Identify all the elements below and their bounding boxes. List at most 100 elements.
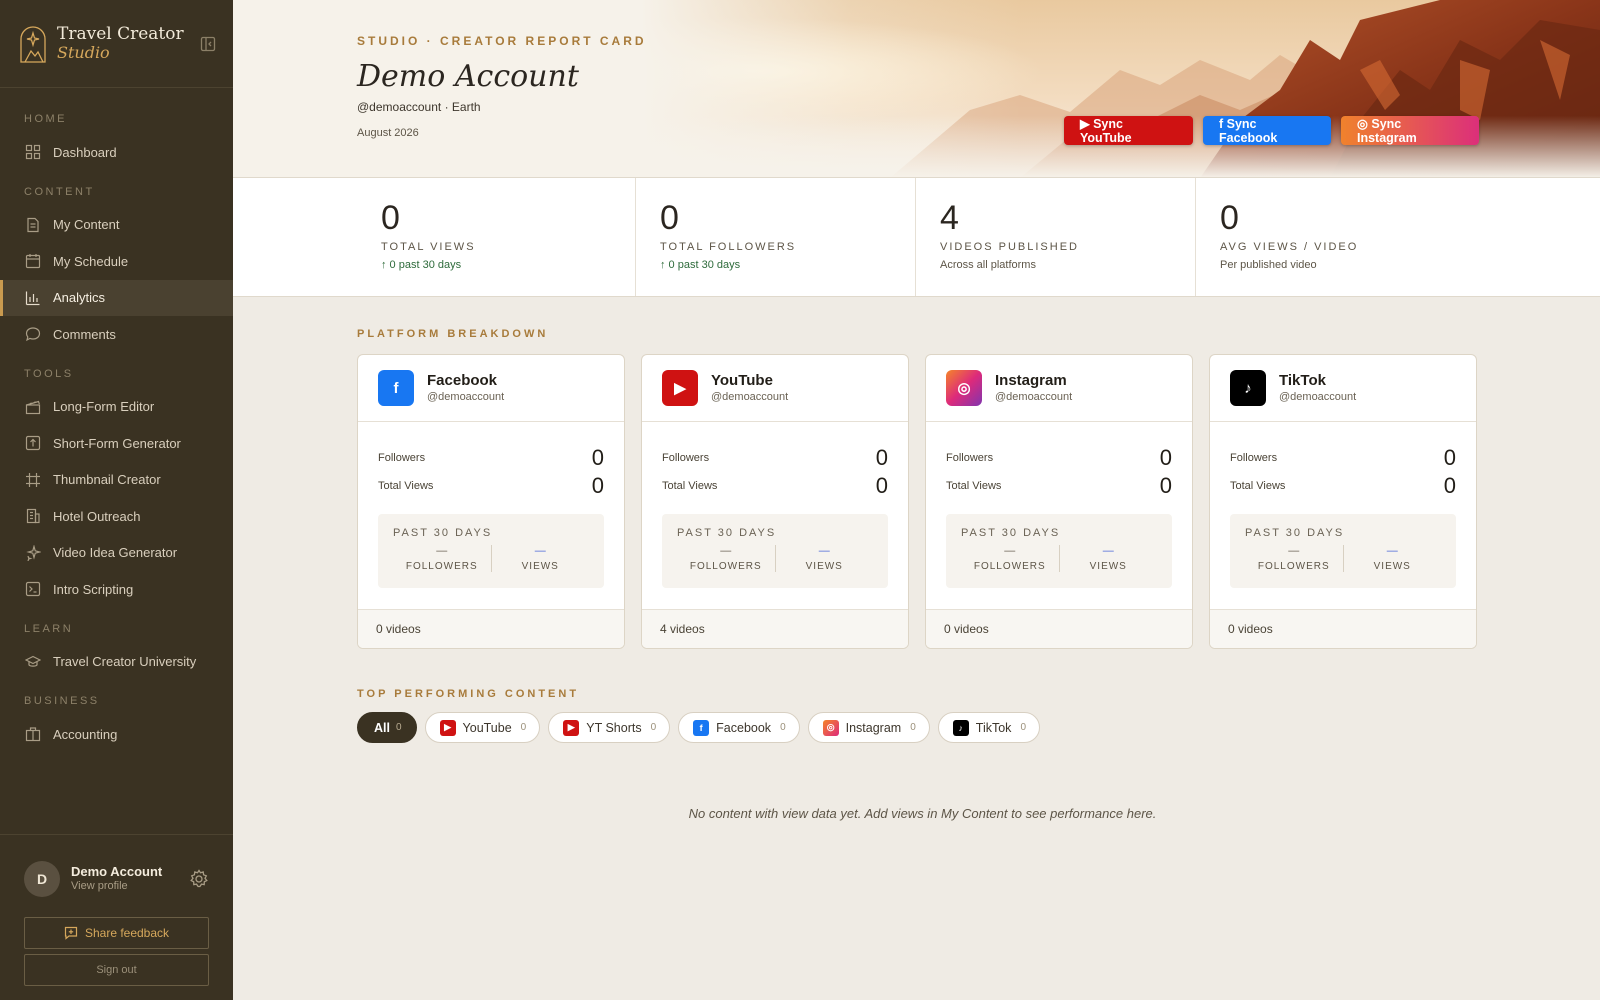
platform-name: Instagram — [995, 371, 1067, 389]
sidebar-item-label: Short-Form Generator — [53, 435, 181, 451]
gear-icon[interactable] — [189, 869, 209, 889]
sidebar-item-my-content[interactable]: My Content — [0, 207, 233, 244]
platform-handle: @demoaccount — [711, 390, 789, 403]
sidebar-item-label: Analytics — [53, 290, 106, 306]
stat-value: 4 — [940, 199, 959, 237]
sidebar-item-analytics[interactable]: Analytics — [0, 279, 233, 316]
share-feedback-label: Share feedback — [84, 926, 170, 940]
instagram-icon: ◎ — [822, 719, 839, 736]
report-kicker: STUDIO · CREATOR REPORT CARD — [357, 34, 647, 48]
platform-card-facebook: f Facebook @demoaccount Followers 0 Total… — [357, 354, 625, 649]
platform-handle: @demoaccount — [427, 390, 505, 403]
user-profile[interactable]: D Demo Account View profile — [0, 835, 233, 897]
past-views-value: — — [1386, 545, 1398, 557]
past-followers-value: — — [720, 545, 732, 557]
stat-total-views: 0 TOTAL VIEWS ↑ 0 past 30 days — [233, 178, 636, 296]
total-views-value: 0 — [591, 473, 604, 498]
sidebar-item-intro-scripting[interactable]: Intro Scripting — [0, 571, 233, 608]
sidebar-item-comments[interactable]: Comments — [0, 316, 233, 353]
filter-chip-tiktok[interactable]: ♪ TikTok 0 — [937, 712, 1040, 743]
past-views-label: VIEWS — [521, 561, 559, 572]
collapse-sidebar-icon[interactable] — [200, 36, 216, 52]
youtube-icon: ▶ — [662, 370, 698, 406]
past-30-days-box: PAST 30 DAYS — FOLLOWERS — VIEWS — [378, 514, 604, 588]
past-followers-label: FOLLOWERS — [405, 561, 478, 572]
filter-chip-youtube[interactable]: ▶ YouTube 0 — [424, 712, 541, 743]
sidebar-item-short-form-generator[interactable]: Short-Form Generator — [0, 425, 233, 462]
chip-count: 0 — [650, 722, 657, 733]
total-views-value: 0 — [875, 473, 888, 498]
chip-count: 0 — [1020, 722, 1026, 733]
sync-youtube-button[interactable]: ▶ Sync YouTube — [1064, 116, 1193, 145]
followers-value: 0 — [1159, 445, 1172, 470]
total-views-label: Total Views — [946, 480, 1002, 492]
past-30-days-title: PAST 30 DAYS — [961, 527, 1061, 539]
chip-count: 0 — [520, 722, 527, 733]
platform-handle: @demoaccount — [995, 390, 1073, 403]
script-icon — [25, 582, 41, 597]
sidebar-item-university[interactable]: Travel Creator University — [0, 644, 233, 681]
sidebar-item-label: My Schedule — [53, 253, 129, 269]
past-30-days-title: PAST 30 DAYS — [1245, 527, 1345, 539]
sidebar-item-label: Long-Form Editor — [53, 399, 155, 415]
stat-trend: ↑ 0 past 30 days — [660, 259, 741, 271]
sidebar-item-label: Accounting — [53, 726, 118, 742]
platform-card-tiktok: ♪ TikTok @demoaccount Followers 0 Total V… — [1209, 354, 1477, 649]
sidebar-item-thumbnail-creator[interactable]: Thumbnail Creator — [0, 462, 233, 499]
sidebar-item-label: My Content — [53, 217, 120, 233]
sidebar-item-video-idea-generator[interactable]: Video Idea Generator — [0, 535, 233, 572]
sidebar-nav: HOME Dashboard CONTENT My Content My Sch… — [0, 88, 233, 753]
past-views-label: VIEWS — [1373, 561, 1411, 572]
followers-label: Followers — [946, 452, 994, 464]
chip-label: All — [374, 720, 390, 735]
past-views-value: — — [534, 545, 546, 557]
followers-value: 0 — [875, 445, 888, 470]
sign-out-button[interactable]: Sign out — [24, 954, 209, 986]
brand-logo-icon — [20, 25, 46, 63]
clapperboard-icon — [25, 400, 41, 414]
nav-section-content: CONTENT — [24, 185, 95, 198]
sidebar-item-label: Dashboard — [53, 144, 117, 160]
video-count: 0 videos — [1210, 609, 1476, 648]
view-profile-link[interactable]: View profile — [71, 880, 189, 894]
followers-value: 0 — [591, 445, 604, 470]
chip-label: TikTok — [975, 720, 1012, 735]
crop-icon — [26, 472, 40, 487]
youtube-icon: ▶ — [439, 719, 456, 736]
sidebar-item-accounting[interactable]: Accounting — [0, 716, 233, 753]
sync-instagram-button[interactable]: ◎ Sync Instagram — [1341, 116, 1479, 145]
sync-facebook-button[interactable]: f Sync Facebook — [1203, 116, 1331, 145]
followers-label: Followers — [662, 452, 710, 464]
report-card-header: STUDIO · CREATOR REPORT CARD Demo Accoun… — [233, 0, 1600, 178]
sidebar-item-hotel-outreach[interactable]: Hotel Outreach — [0, 498, 233, 535]
comment-icon — [25, 327, 41, 342]
sidebar-item-dashboard[interactable]: Dashboard — [0, 134, 233, 171]
bar-chart-icon — [25, 291, 40, 305]
past-followers-value: — — [436, 545, 448, 557]
sidebar-item-label: Travel Creator University — [53, 654, 197, 670]
filter-chip-all[interactable]: All 0 — [357, 712, 417, 743]
stat-total-followers: 0 TOTAL FOLLOWERS ↑ 0 past 30 days — [636, 178, 916, 296]
brand-title: Travel Creator — [57, 23, 184, 44]
feedback-icon — [64, 926, 78, 940]
filter-chip-instagram[interactable]: ◎ Instagram 0 — [807, 712, 930, 743]
share-feedback-button[interactable]: Share feedback — [24, 917, 209, 949]
sidebar-item-long-form-editor[interactable]: Long-Form Editor — [0, 389, 233, 426]
total-views-value: 0 — [1159, 473, 1172, 498]
sidebar-item-my-schedule[interactable]: My Schedule — [0, 243, 233, 280]
platform-card-instagram: ◎ Instagram @demoaccount Followers 0 Tota… — [925, 354, 1193, 649]
report-period: August 2026 — [357, 127, 419, 139]
sidebar-item-label: Hotel Outreach — [53, 508, 141, 524]
total-views-label: Total Views — [662, 480, 718, 492]
instagram-icon: ◎ — [946, 370, 982, 406]
avatar: D — [24, 861, 60, 897]
video-count: 4 videos — [642, 609, 908, 648]
filter-chip-facebook[interactable]: f Facebook 0 — [678, 712, 800, 743]
video-count: 0 videos — [926, 609, 1192, 648]
main-content: STUDIO · CREATOR REPORT CARD Demo Accoun… — [233, 0, 1600, 1000]
account-handle: @demoaccount · Earth — [357, 100, 481, 114]
user-name: Demo Account — [71, 864, 163, 879]
filter-chip-yt-shorts[interactable]: ▶ YT Shorts 0 — [548, 712, 671, 743]
sidebar-item-label: Video Idea Generator — [53, 545, 178, 561]
platform-breakdown-title: PLATFORM BREAKDOWN — [357, 328, 549, 340]
